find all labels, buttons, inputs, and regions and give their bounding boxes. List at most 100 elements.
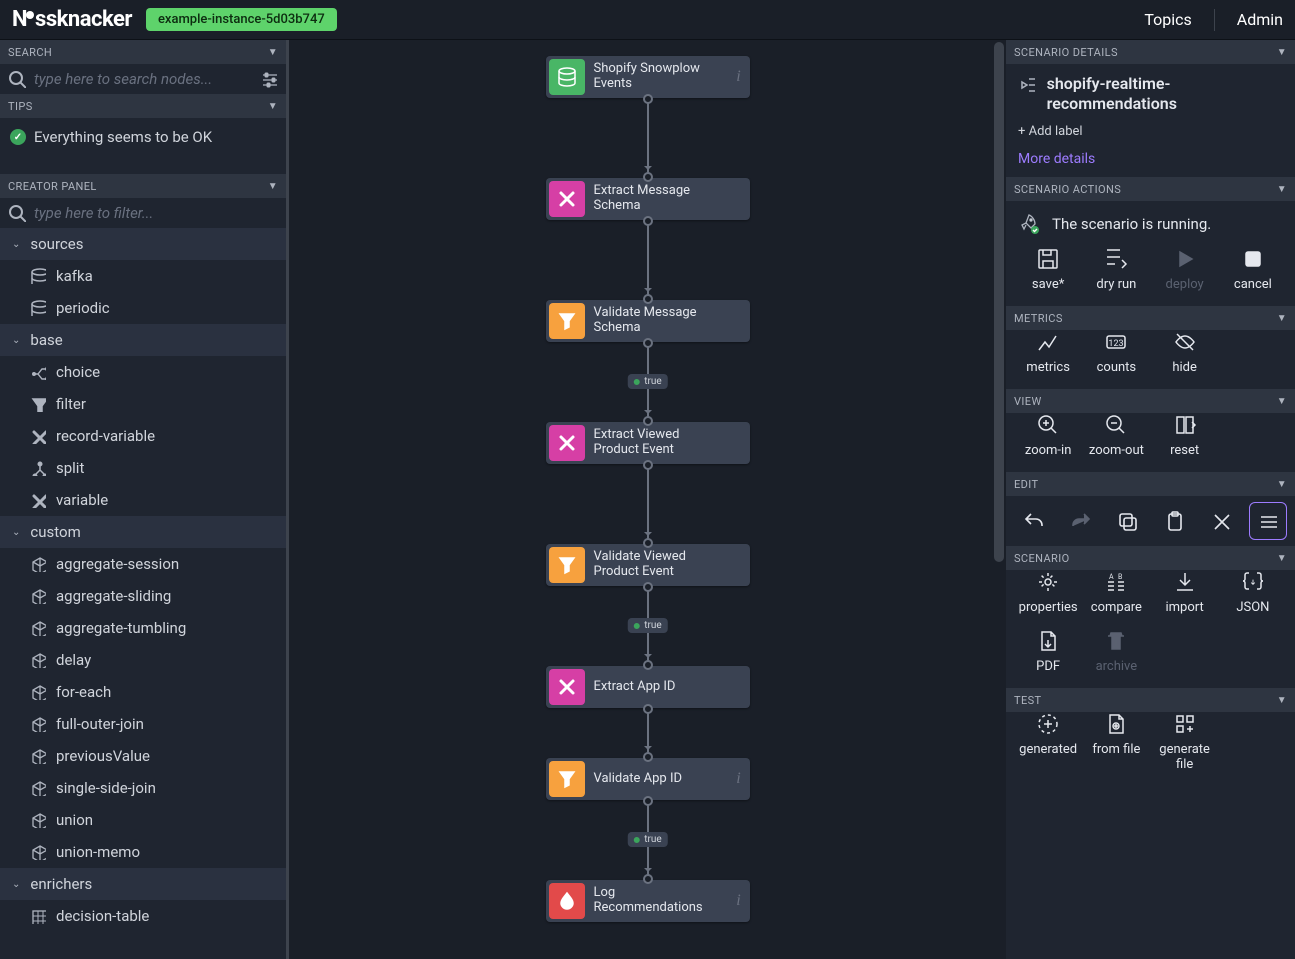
canvas[interactable]: Shopify Snowplow Events i Extract Messag… <box>289 40 1006 959</box>
tree-item[interactable]: filter <box>0 388 286 420</box>
zoom-out-button[interactable]: zoom-out <box>1082 413 1150 458</box>
generated-button[interactable]: generated <box>1014 712 1082 772</box>
search-section-header[interactable]: SEARCH ▼ <box>0 40 286 64</box>
paste-button[interactable] <box>1155 502 1193 540</box>
save-button[interactable]: save* <box>1014 247 1082 292</box>
status-text: The scenario is running. <box>1052 215 1211 233</box>
output-port[interactable] <box>643 94 653 104</box>
tree-item[interactable]: full-outer-join <box>0 708 286 740</box>
tips-section-header[interactable]: TIPS ▼ <box>0 94 286 118</box>
counts-button[interactable]: 123 counts <box>1082 330 1150 375</box>
input-port[interactable] <box>643 416 653 426</box>
input-port[interactable] <box>643 172 653 182</box>
chevron-down-icon: ⌄ <box>12 527 20 538</box>
copy-button[interactable] <box>1108 502 1146 540</box>
test-section-header[interactable]: TEST ▼ <box>1006 688 1295 712</box>
node[interactable]: Shopify Snowplow Events i <box>546 56 750 98</box>
cancel-button[interactable]: cancel <box>1219 247 1287 292</box>
zoom-in-button[interactable]: zoom-in <box>1014 413 1082 458</box>
tree-item[interactable]: aggregate-tumbling <box>0 612 286 644</box>
tree-item-label: periodic <box>56 299 110 317</box>
creator-filter-input[interactable] <box>34 204 278 222</box>
topics-link[interactable]: Topics <box>1144 10 1191 29</box>
input-port[interactable] <box>643 874 653 884</box>
tree-group-base[interactable]: ⌄base <box>0 324 286 356</box>
edge[interactable] <box>647 469 649 539</box>
info-icon[interactable]: i <box>728 892 750 910</box>
tree-item[interactable]: for-each <box>0 676 286 708</box>
node[interactable]: Extract App ID <box>546 666 750 708</box>
delete-button[interactable] <box>1202 502 1240 540</box>
node[interactable]: Validate Message Schema <box>546 300 750 342</box>
edge[interactable] <box>647 225 649 295</box>
compare-button[interactable]: AB compare <box>1082 570 1150 615</box>
tree-group-sources[interactable]: ⌄sources <box>0 228 286 260</box>
import-button[interactable]: import <box>1151 570 1219 615</box>
edge[interactable] <box>647 713 649 753</box>
search-options-button[interactable] <box>260 70 278 88</box>
tree-item[interactable]: kafka <box>0 260 286 292</box>
info-icon[interactable]: i <box>728 770 750 788</box>
creator-section-header[interactable]: CREATOR PANEL ▼ <box>0 174 286 198</box>
info-icon[interactable]: i <box>728 68 750 86</box>
input-port[interactable] <box>643 538 653 548</box>
tree-group-label: sources <box>30 235 83 253</box>
fromfile-button[interactable]: from file <box>1082 712 1150 772</box>
input-port[interactable] <box>643 294 653 304</box>
output-port[interactable] <box>643 582 653 592</box>
metrics-button[interactable]: metrics <box>1014 330 1082 375</box>
tree-item[interactable]: previousValue <box>0 740 286 772</box>
node[interactable]: Validate Viewed Product Event <box>546 544 750 586</box>
more-details-link[interactable]: More details <box>1018 151 1283 167</box>
node[interactable]: Validate App ID i <box>546 758 750 800</box>
undo-button[interactable] <box>1014 502 1052 540</box>
edit-section-header[interactable]: EDIT ▼ <box>1006 472 1295 496</box>
tree-item[interactable]: delay <box>0 644 286 676</box>
metrics-section-header[interactable]: METRICS ▼ <box>1006 306 1295 330</box>
search-icon <box>8 70 26 88</box>
tree-item[interactable]: aggregate-sliding <box>0 580 286 612</box>
scenario-name: shopify-realtime-recommendations <box>1047 74 1283 114</box>
output-port[interactable] <box>643 704 653 714</box>
actions-section-header[interactable]: SCENARIO ACTIONS ▼ <box>1006 177 1295 201</box>
details-section-header[interactable]: SCENARIO DETAILS ▼ <box>1006 40 1295 64</box>
input-port[interactable] <box>643 752 653 762</box>
tree-item[interactable]: variable <box>0 484 286 516</box>
json-button[interactable]: JSON <box>1219 570 1287 615</box>
admin-link[interactable]: Admin <box>1237 10 1283 29</box>
tree-item[interactable]: single-side-join <box>0 772 286 804</box>
properties-button[interactable]: properties <box>1014 570 1082 615</box>
reset-button[interactable]: reset <box>1151 413 1219 458</box>
grid-icon <box>30 908 46 924</box>
output-port[interactable] <box>643 216 653 226</box>
tree-item-label: split <box>56 459 84 477</box>
node[interactable]: Log Recommendations i <box>546 880 750 922</box>
layout-button[interactable] <box>1249 502 1287 540</box>
node[interactable]: Extract Viewed Product Event <box>546 422 750 464</box>
tree-group-enrichers[interactable]: ⌄enrichers <box>0 868 286 900</box>
dryrun-button[interactable]: dry run <box>1082 247 1150 292</box>
output-port[interactable] <box>643 338 653 348</box>
pdf-button[interactable]: PDF <box>1014 629 1082 674</box>
tree-item[interactable]: choice <box>0 356 286 388</box>
tree-item[interactable]: union-memo <box>0 836 286 868</box>
node[interactable]: Extract Message Schema <box>546 178 750 220</box>
input-port[interactable] <box>643 660 653 670</box>
hide-button[interactable]: hide <box>1151 330 1219 375</box>
tree-group-custom[interactable]: ⌄custom <box>0 516 286 548</box>
tree-item[interactable]: periodic <box>0 292 286 324</box>
search-input[interactable] <box>34 70 252 88</box>
view-section-header[interactable]: VIEW ▼ <box>1006 389 1295 413</box>
output-port[interactable] <box>643 796 653 806</box>
output-port[interactable] <box>643 460 653 470</box>
scenario-section-header[interactable]: SCENARIO ▼ <box>1006 546 1295 570</box>
edge[interactable] <box>647 103 649 173</box>
add-label-button[interactable]: + Add label <box>1018 124 1283 139</box>
tree-item[interactable]: aggregate-session <box>0 548 286 580</box>
canvas-scrollbar[interactable] <box>992 40 1006 959</box>
tree-item[interactable]: split <box>0 452 286 484</box>
tree-item[interactable]: record-variable <box>0 420 286 452</box>
tree-item[interactable]: decision-table <box>0 900 286 932</box>
genfile-button[interactable]: generate file <box>1151 712 1219 772</box>
tree-item[interactable]: union <box>0 804 286 836</box>
